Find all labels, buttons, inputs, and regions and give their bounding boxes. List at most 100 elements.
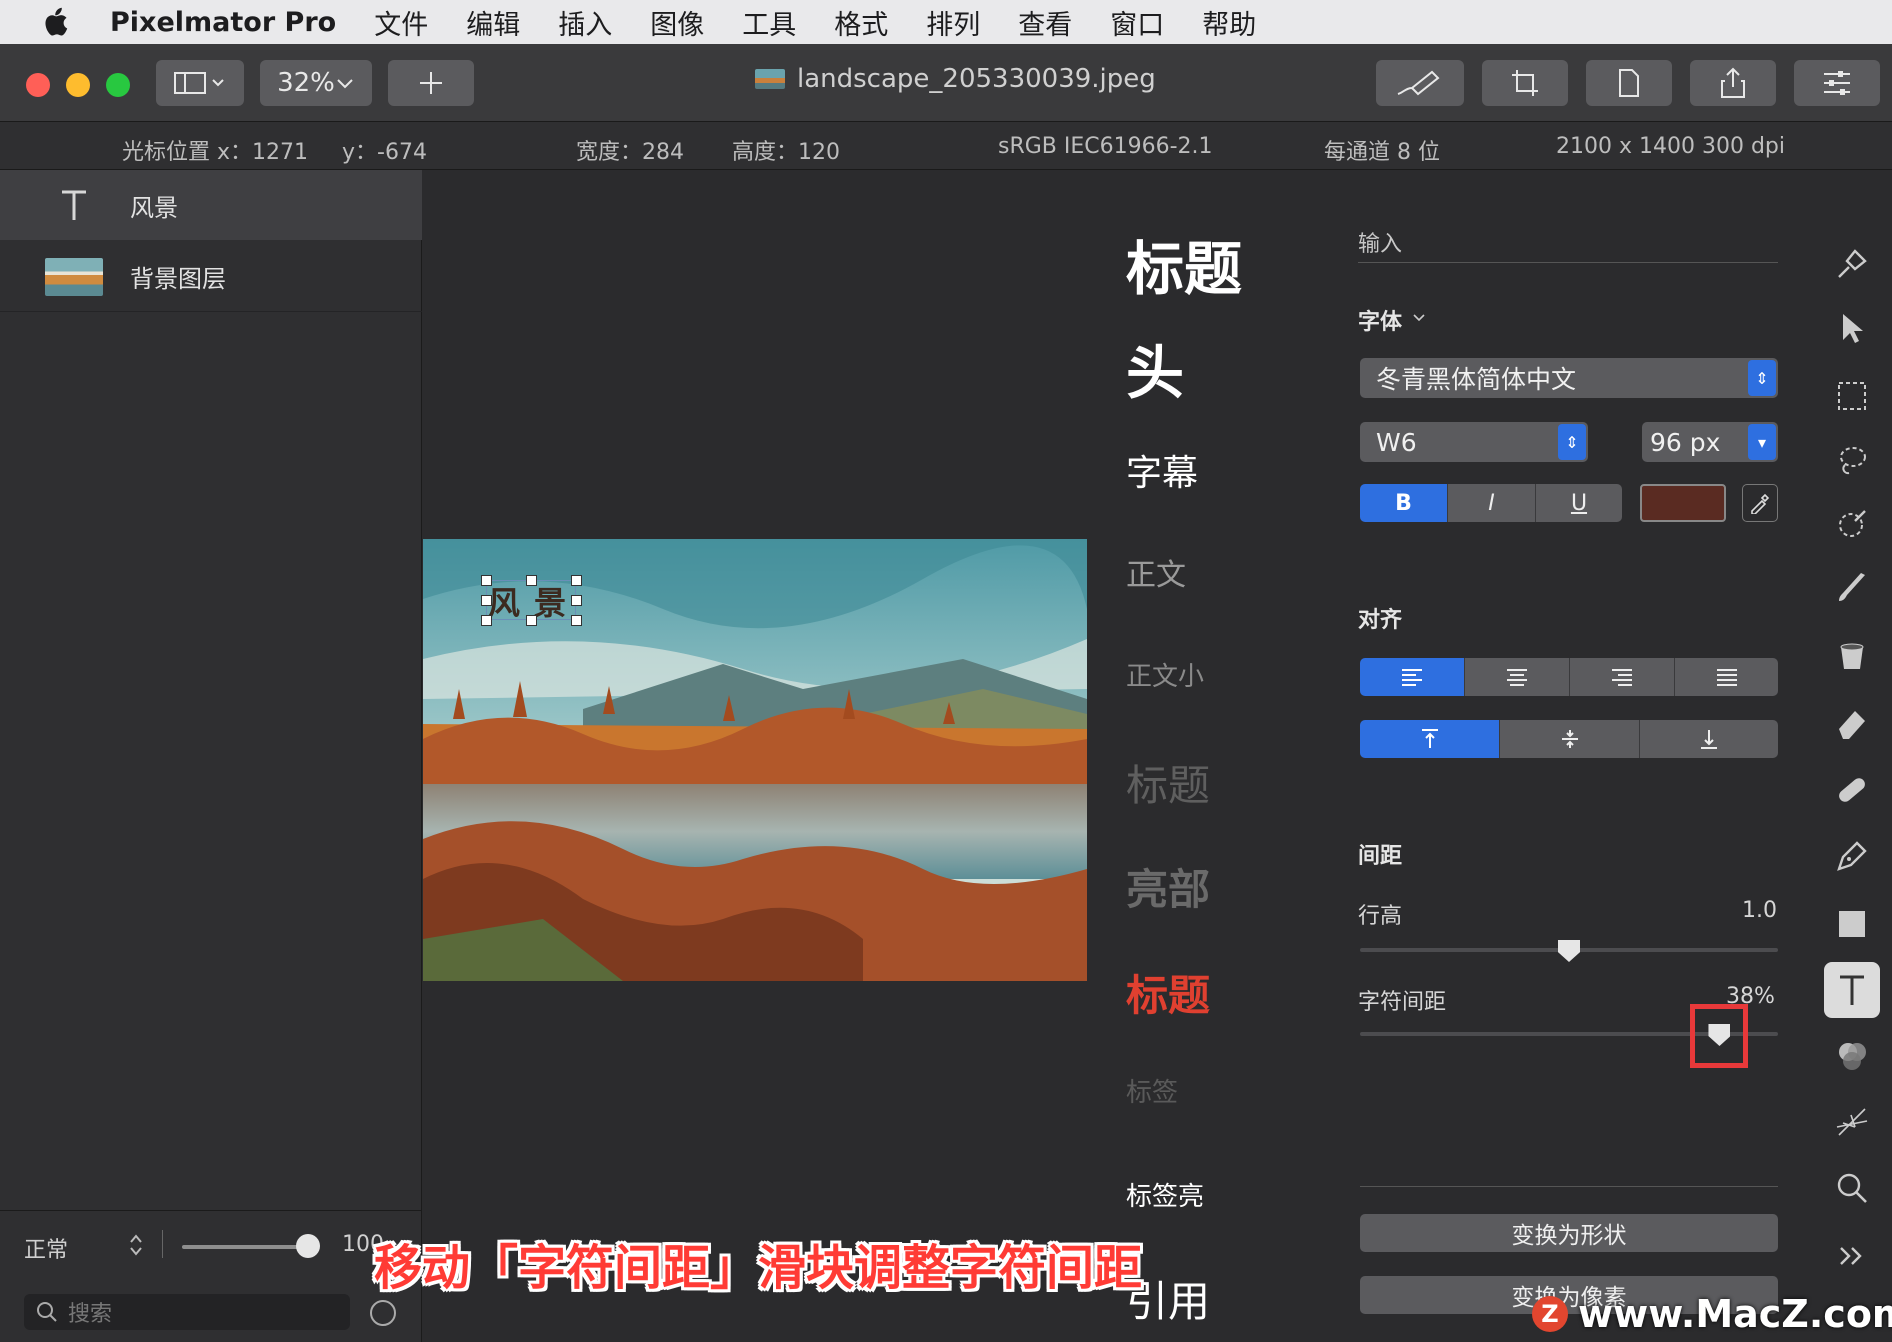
zoom-icon[interactable]	[1832, 1168, 1872, 1208]
more-tools-icon[interactable]	[1832, 1236, 1872, 1276]
image-thumbnail	[45, 257, 103, 296]
resize-handle[interactable]	[571, 595, 582, 606]
menu-format[interactable]: 格式	[834, 3, 888, 42]
document-filename: landscape_205330039.jpeg	[797, 64, 1156, 94]
layer-row-background[interactable]: 背景图层	[0, 242, 422, 312]
search-placeholder: 搜索	[68, 1302, 113, 1327]
pen-icon[interactable]	[1832, 836, 1872, 876]
divider	[162, 1230, 163, 1258]
paint-brush-icon[interactable]	[1832, 568, 1872, 608]
sidebar-toggle-button[interactable]	[156, 60, 244, 106]
resize-handle[interactable]	[526, 615, 537, 626]
menu-edit[interactable]: 编辑	[466, 3, 520, 42]
inspector-toggle-button[interactable]	[1794, 60, 1880, 106]
convert-to-shape-button[interactable]: 变换为形状	[1360, 1214, 1778, 1252]
resize-handle[interactable]	[481, 575, 492, 586]
style-preset-title[interactable]: 标题	[1126, 222, 1242, 306]
resize-handle[interactable]	[571, 575, 582, 586]
align-left-icon	[1402, 669, 1422, 686]
app-window: Pixelmator Pro 文件 编辑 插入 图像 工具 格式 排列 查看 窗…	[0, 0, 1892, 1342]
width-readout: 宽度：284	[576, 140, 684, 165]
bit-depth-readout: 每通道 8 位	[1324, 140, 1440, 165]
align-center-button[interactable]	[1465, 658, 1570, 696]
text-layer-icon	[44, 188, 104, 222]
format-button[interactable]	[1586, 60, 1672, 106]
style-preset-label[interactable]: 标签	[1126, 1072, 1178, 1109]
rect-select-icon[interactable]	[1832, 376, 1872, 416]
style-preset-label-bright[interactable]: 标签亮	[1126, 1176, 1204, 1213]
effects-icon[interactable]	[1832, 1102, 1872, 1142]
apple-icon[interactable]	[0, 7, 110, 37]
share-button[interactable]	[1690, 60, 1776, 106]
resize-handle[interactable]	[571, 615, 582, 626]
menu-app-name[interactable]: Pixelmator Pro	[110, 7, 336, 38]
resize-handle[interactable]	[481, 595, 492, 606]
font-weight-select[interactable]: W6 ⇕	[1360, 422, 1588, 462]
resize-handle[interactable]	[481, 615, 492, 626]
font-family-select[interactable]: 冬青黑体简体中文 ⇕	[1360, 358, 1778, 398]
layer-search-field[interactable]: 搜索	[24, 1294, 350, 1330]
filter-icon[interactable]	[370, 1300, 396, 1326]
text-input-field[interactable]: 输入	[1358, 226, 1402, 258]
color-adjust-icon[interactable]	[1832, 1036, 1872, 1076]
text-color-swatch[interactable]	[1640, 484, 1726, 522]
zoom-window-button[interactable]	[106, 73, 130, 97]
close-window-button[interactable]	[26, 73, 50, 97]
eyedropper-icon	[1751, 493, 1770, 514]
menu-arrange[interactable]: 排列	[926, 3, 980, 42]
align-justify-button[interactable]	[1675, 658, 1778, 696]
style-preset-heading[interactable]: 头	[1126, 326, 1184, 410]
menu-view[interactable]: 查看	[1018, 3, 1072, 42]
style-preset-caption[interactable]: 标题	[1126, 752, 1210, 813]
menu-insert[interactable]: 插入	[558, 3, 612, 42]
font-weight-value: W6	[1376, 427, 1417, 457]
resize-handle[interactable]	[526, 575, 537, 586]
menu-window[interactable]: 窗口	[1110, 3, 1164, 42]
align-top-button[interactable]	[1360, 720, 1500, 758]
menu-file[interactable]: 文件	[374, 3, 428, 42]
align-bottom-button[interactable]	[1640, 720, 1778, 758]
style-preset-highlight[interactable]: 亮部	[1126, 856, 1210, 917]
paint-bucket-icon[interactable]	[1832, 636, 1872, 676]
blend-mode-select[interactable]: 正常	[24, 1232, 68, 1264]
shape-icon[interactable]	[1832, 904, 1872, 944]
arrow-pointer-icon[interactable]	[1832, 308, 1872, 348]
underline-button[interactable]: U	[1536, 484, 1622, 522]
bandage-repair-icon[interactable]	[1832, 770, 1872, 810]
layer-row-text[interactable]: 风景	[0, 170, 422, 240]
line-height-value: 1.0	[1742, 898, 1777, 923]
minimize-window-button[interactable]	[66, 73, 90, 97]
style-preset-body[interactable]: 正文	[1126, 550, 1186, 594]
chevron-down-icon	[337, 79, 353, 89]
retouch-tool-button[interactable]	[1376, 60, 1464, 106]
font-size-select[interactable]: 96 px ▾	[1642, 422, 1778, 462]
add-button[interactable]	[388, 60, 474, 106]
italic-button[interactable]: I	[1448, 484, 1536, 522]
align-middle-button[interactable]	[1500, 720, 1640, 758]
text-tool-icon[interactable]	[1824, 962, 1880, 1018]
menu-help[interactable]: 帮助	[1202, 3, 1256, 42]
align-right-button[interactable]	[1570, 658, 1675, 696]
style-preset-red-title[interactable]: 标题	[1126, 962, 1210, 1023]
eraser-icon[interactable]	[1832, 704, 1872, 744]
brush-fill-icon[interactable]	[1832, 244, 1872, 284]
bold-button[interactable]: B	[1360, 484, 1448, 522]
chevron-down-icon: ▾	[1748, 424, 1776, 460]
up-down-chevron-icon: ⇕	[1558, 424, 1586, 460]
menu-image[interactable]: 图像	[650, 3, 704, 42]
menu-tools[interactable]: 工具	[742, 3, 796, 42]
zoom-dropdown[interactable]: 32%	[260, 60, 372, 106]
font-section-header[interactable]: 字体	[1358, 304, 1402, 336]
sliders-icon	[1824, 71, 1850, 95]
magic-select-icon[interactable]	[1832, 504, 1872, 544]
font-size-value: 96 px	[1650, 427, 1721, 457]
lasso-icon[interactable]	[1832, 440, 1872, 480]
style-preset-body-small[interactable]: 正文小	[1126, 656, 1204, 693]
align-left-button[interactable]	[1360, 658, 1465, 696]
opacity-slider-knob[interactable]	[296, 1234, 320, 1258]
align-center-icon	[1507, 669, 1527, 686]
crop-button[interactable]	[1482, 60, 1568, 106]
document-icon	[1619, 69, 1639, 97]
style-preset-subtitle[interactable]: 字幕	[1126, 444, 1198, 496]
eyedropper-button[interactable]	[1742, 484, 1778, 522]
